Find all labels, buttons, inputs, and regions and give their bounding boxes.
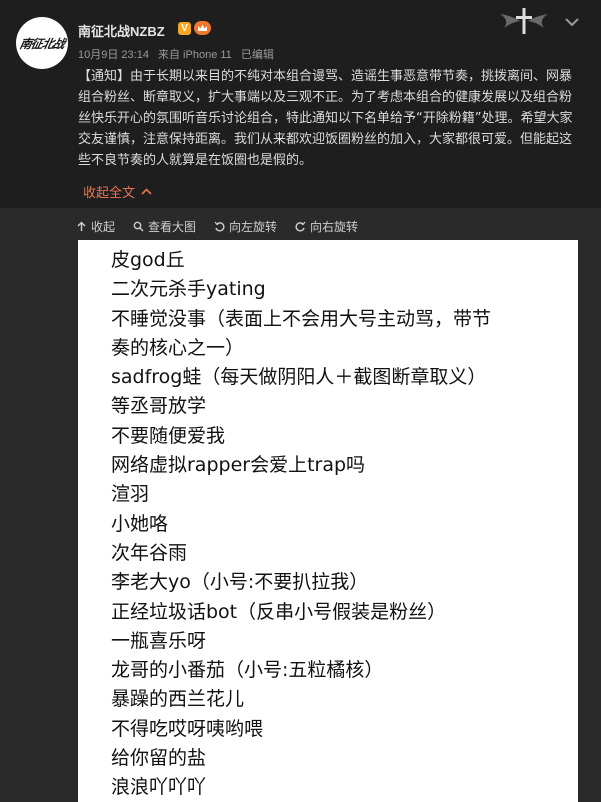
view-large-image-label: 查看大图 [148, 219, 197, 234]
list-item: 不要随便爱我 [111, 424, 226, 447]
list-item: 渲羽 [111, 483, 150, 506]
collapse-image-button[interactable]: 收起 [76, 218, 115, 235]
collapse-arrow-icon [77, 221, 86, 231]
list-item: 浪浪吖吖吖 [111, 776, 207, 799]
list-item: 给你留的盐 [111, 747, 207, 770]
chevron-up-icon [141, 188, 152, 195]
attached-image[interactable]: 皮god丘 二次元杀手yating 不睡觉没事（表面上不会用大号主动骂，带节 奏… [78, 240, 578, 802]
rotate-right-button[interactable]: 向右旋转 [295, 218, 358, 235]
rotate-left-icon [214, 221, 225, 232]
list-item: 皮god丘 [111, 249, 185, 271]
username[interactable]: 南征北战NZBZ [78, 21, 165, 40]
post-header: 南征北战 南征北战NZBZ V 10月9日 23:14 来自 iPhone 11… [0, 0, 601, 70]
edited-label[interactable]: 已编辑 [241, 49, 274, 61]
search-icon [133, 221, 144, 231]
rotate-left-label: 向左旋转 [229, 219, 278, 234]
verified-badge: V [178, 22, 191, 35]
list-item: 暴躁的西兰花儿 [111, 688, 245, 711]
list-item: 李老大yo（小号:不要扒拉我） [111, 571, 369, 594]
list-item: 不得吃哎呀咦哟喂 [111, 717, 264, 740]
avatar[interactable]: 南征北战 [16, 17, 68, 69]
more-options-chevron-icon[interactable] [562, 12, 582, 32]
post-date: 10月9日 23:14 [78, 49, 149, 61]
banned-name-list: 皮god丘 二次元杀手yating 不睡觉没事（表面上不会用大号主动骂，带节 奏… [111, 246, 491, 802]
post-meta: 10月9日 23:14 来自 iPhone 11 已编辑 [78, 46, 280, 62]
list-item: 次年谷雨 [111, 541, 188, 564]
list-item: sadfrog蛙（每天做阴阳人＋截图断章取义） [111, 366, 487, 389]
list-item: 不睡觉没事（表面上不会用大号主动骂，带节 [111, 307, 492, 330]
collapse-full-text-label: 收起全文 [83, 186, 136, 201]
list-item: 等丞哥放学 [111, 395, 207, 418]
vip-crown-icon [194, 21, 211, 35]
list-item: 正经垃圾话bot（反串小号假装是粉丝） [111, 600, 447, 623]
rotate-right-icon [295, 221, 306, 232]
list-item: 奏的核心之一） [111, 336, 245, 359]
image-viewer-panel: 收起 查看大图 向左旋转 向右旋转 皮god丘 二次元杀手yating 不睡觉没… [0, 208, 601, 802]
post-source[interactable]: 来自 iPhone 11 [158, 49, 232, 61]
decorative-cross-wings-icon [496, 6, 552, 36]
list-item: 龙哥的小番茄（小号:五粒橘核） [111, 659, 384, 682]
view-large-image-button[interactable]: 查看大图 [133, 218, 196, 235]
collapse-image-label: 收起 [91, 219, 116, 234]
post-body-text: 【通知】由于长期以来目的不纯对本组合谩骂、造谣生事恶意带节奏，挑拨离间、网暴组合… [78, 69, 573, 168]
rotate-right-label: 向右旋转 [310, 219, 359, 234]
rotate-left-button[interactable]: 向左旋转 [214, 218, 277, 235]
list-item: 一瓶喜乐呀 [111, 629, 207, 652]
collapse-full-text-link[interactable]: 收起全文 [83, 182, 152, 201]
avatar-logo: 南征北战 [18, 36, 66, 51]
list-item: 网络虚拟rapper会爱上trap吗 [111, 454, 366, 477]
list-item: 二次元杀手yating [111, 278, 266, 301]
image-toolbar: 收起 查看大图 向左旋转 向右旋转 [76, 216, 358, 236]
list-item: 小她咯 [111, 512, 169, 535]
